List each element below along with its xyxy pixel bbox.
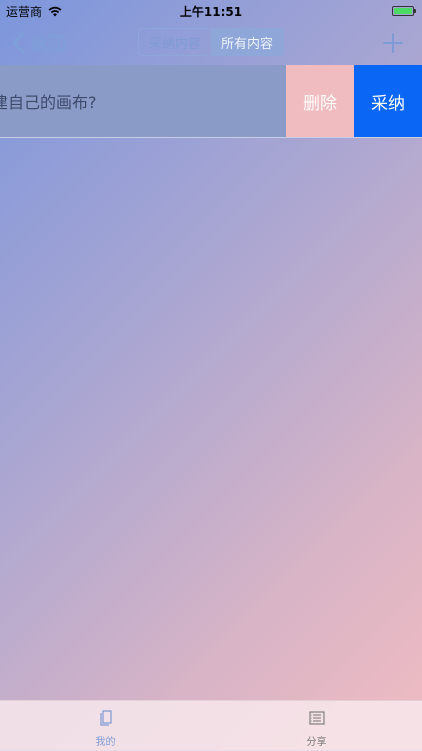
list-item-text: 建自己的画布? <box>0 93 97 112</box>
tab-share-label: 分享 <box>306 737 327 748</box>
carrier-label: 运营商 <box>6 4 43 19</box>
battery-fill <box>394 8 412 14</box>
wifi-icon <box>48 6 62 16</box>
tab-bar: 我的 分享 <box>0 700 422 751</box>
status-right <box>392 6 422 16</box>
segment-accepted-content[interactable]: 采纳内容 <box>139 29 211 55</box>
tab-mine[interactable]: 我的 <box>0 701 211 751</box>
segmented-control: 采纳内容 所有内容 <box>138 28 284 56</box>
back-button[interactable]: 返回 <box>10 30 66 56</box>
document-icon <box>99 710 112 726</box>
status-left: 运营商 <box>0 3 62 20</box>
battery-icon <box>392 6 416 16</box>
segment-all-content[interactable]: 所有内容 <box>211 29 283 55</box>
back-label: 返回 <box>30 34 66 55</box>
tab-share[interactable]: 分享 <box>211 701 422 751</box>
plus-icon[interactable] <box>382 32 404 54</box>
status-bar: 运营商 上午11:51 <box>0 0 422 22</box>
list-icon <box>308 711 325 725</box>
status-time: 上午11:51 <box>179 4 243 19</box>
accept-button[interactable]: 采纳 <box>354 65 422 137</box>
tab-mine-label: 我的 <box>95 737 116 748</box>
nav-bar: 返回 采纳内容 所有内容 <box>0 22 422 65</box>
chevron-left-icon <box>12 32 25 54</box>
list-item[interactable]: 建自己的画布? 删除 采纳 <box>0 65 422 138</box>
list-item-content[interactable]: 建自己的画布? <box>0 65 286 137</box>
delete-button[interactable]: 删除 <box>286 65 354 137</box>
battery-tip <box>414 9 416 13</box>
